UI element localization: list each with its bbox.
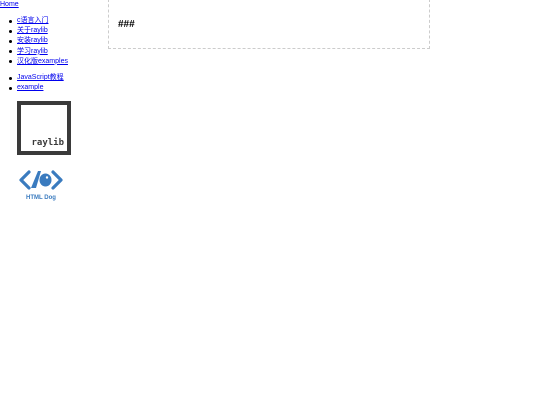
htmldog-bracket-right — [51, 170, 63, 190]
content-box: ### — [108, 0, 430, 49]
nav-link-install-raylib[interactable]: 安装raylib — [17, 37, 48, 44]
nav-link-learn-raylib[interactable]: 学习raylib — [17, 48, 48, 55]
page-heading: ### — [118, 19, 135, 30]
raylib-logo[interactable]: raylib — [17, 101, 71, 155]
nav-item: 安装raylib — [9, 36, 68, 46]
htmldog-logo-text: HTML Dog — [26, 195, 56, 201]
raylib-logo-text: raylib — [31, 138, 64, 148]
nav-item: 学习raylib — [9, 47, 68, 57]
nav-item: JavaScript教程 — [9, 73, 64, 83]
htmldog-bracket-left — [19, 170, 31, 190]
nav-list-secondary: JavaScript教程 example — [9, 73, 64, 93]
nav-link-about-raylib[interactable]: 关于raylib — [17, 27, 48, 34]
nav-link-example[interactable]: example — [17, 84, 43, 91]
htmldog-logo[interactable]: HTML Dog — [19, 168, 63, 202]
home-link[interactable]: Home — [0, 1, 19, 8]
nav-item: c语言入门 — [9, 16, 68, 26]
nav-link-c-intro[interactable]: c语言入门 — [17, 17, 49, 24]
nav-link-javascript[interactable]: JavaScript教程 — [17, 74, 64, 81]
htmldog-dog-icon — [39, 173, 52, 187]
nav-item: 汉化版examples — [9, 57, 68, 67]
htmldog-dog-eye — [45, 176, 49, 179]
nav-item: example — [9, 83, 64, 93]
htmldog-slash — [31, 171, 41, 188]
nav-list-primary: c语言入门 关于raylib 安装raylib 学习raylib 汉化版exam… — [9, 16, 68, 67]
nav-item: 关于raylib — [9, 26, 68, 36]
nav-link-examples[interactable]: 汉化版examples — [17, 58, 68, 65]
